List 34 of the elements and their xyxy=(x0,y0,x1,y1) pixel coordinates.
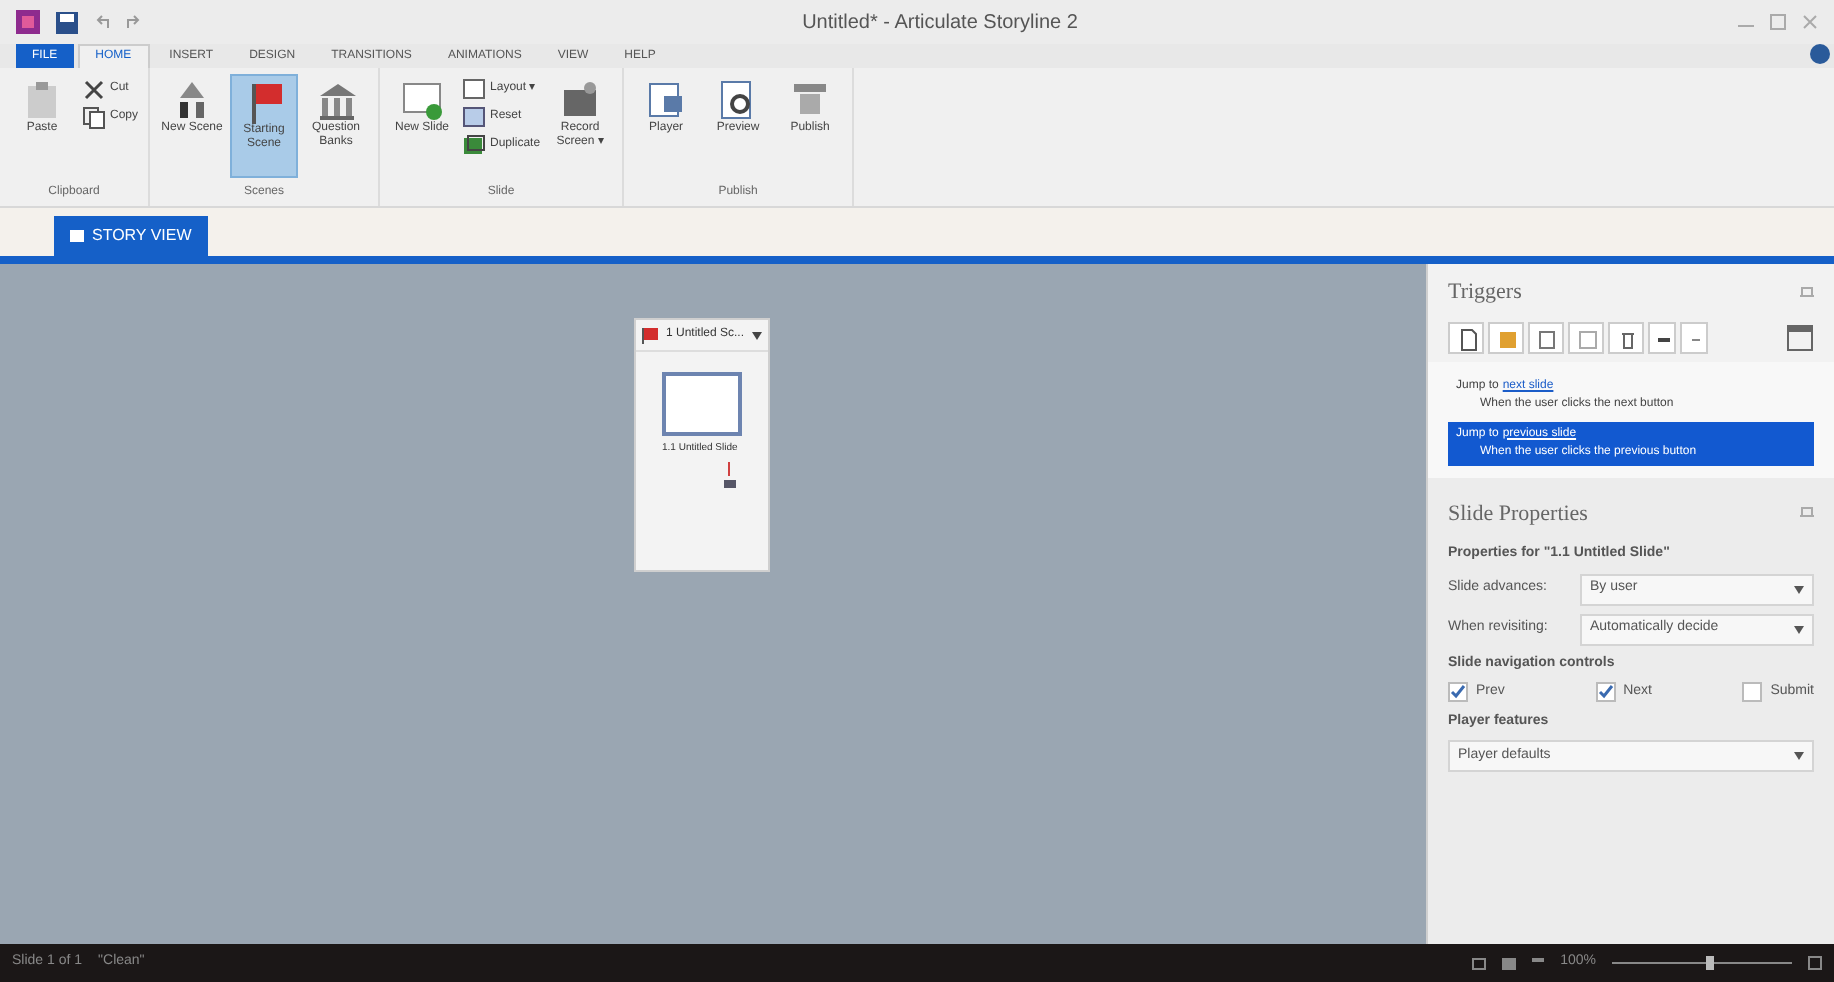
copy-icon[interactable] xyxy=(1528,321,1564,353)
slide-icon xyxy=(400,78,445,122)
checkbox-box[interactable] xyxy=(1448,682,1468,703)
new-trigger-icon[interactable] xyxy=(1448,321,1484,353)
caret-icon xyxy=(1794,585,1804,593)
caret-icon xyxy=(1794,752,1804,760)
checkbox-box[interactable] xyxy=(1742,682,1763,703)
story-view-tab[interactable]: STORY VIEW xyxy=(54,216,208,256)
story-view-icon xyxy=(70,230,84,242)
flag-icon xyxy=(642,327,658,343)
reset-icon xyxy=(462,105,487,129)
fit-icon[interactable] xyxy=(1808,956,1822,970)
copy-icon xyxy=(82,105,106,129)
dropdown-icon[interactable] xyxy=(752,331,762,339)
duplicate-icon xyxy=(462,133,487,157)
move-up-icon[interactable] xyxy=(1648,321,1676,353)
bank-icon xyxy=(314,78,359,122)
checkbox-box[interactable] xyxy=(1595,682,1616,703)
save-icon[interactable] xyxy=(56,11,78,33)
grid-view-icon[interactable] xyxy=(1472,957,1487,969)
app-logo-icon xyxy=(16,10,40,34)
scissors-icon xyxy=(82,77,106,101)
help-icon[interactable] xyxy=(1810,44,1830,64)
caret-icon xyxy=(1794,625,1804,633)
panel-title: Triggers xyxy=(1448,278,1522,308)
panel-title: Slide Properties xyxy=(1448,499,1588,529)
normal-view-icon[interactable] xyxy=(1502,957,1517,969)
delete-icon[interactable] xyxy=(1608,321,1644,353)
slider-thumb[interactable] xyxy=(1706,956,1715,970)
window-title: Untitled* - Articulate Storyline 2 xyxy=(800,9,1080,37)
layout-icon xyxy=(462,77,487,101)
slide-thumbnail[interactable] xyxy=(662,372,742,436)
slide-link-icon xyxy=(724,461,736,489)
variables-icon[interactable] xyxy=(1786,323,1814,351)
